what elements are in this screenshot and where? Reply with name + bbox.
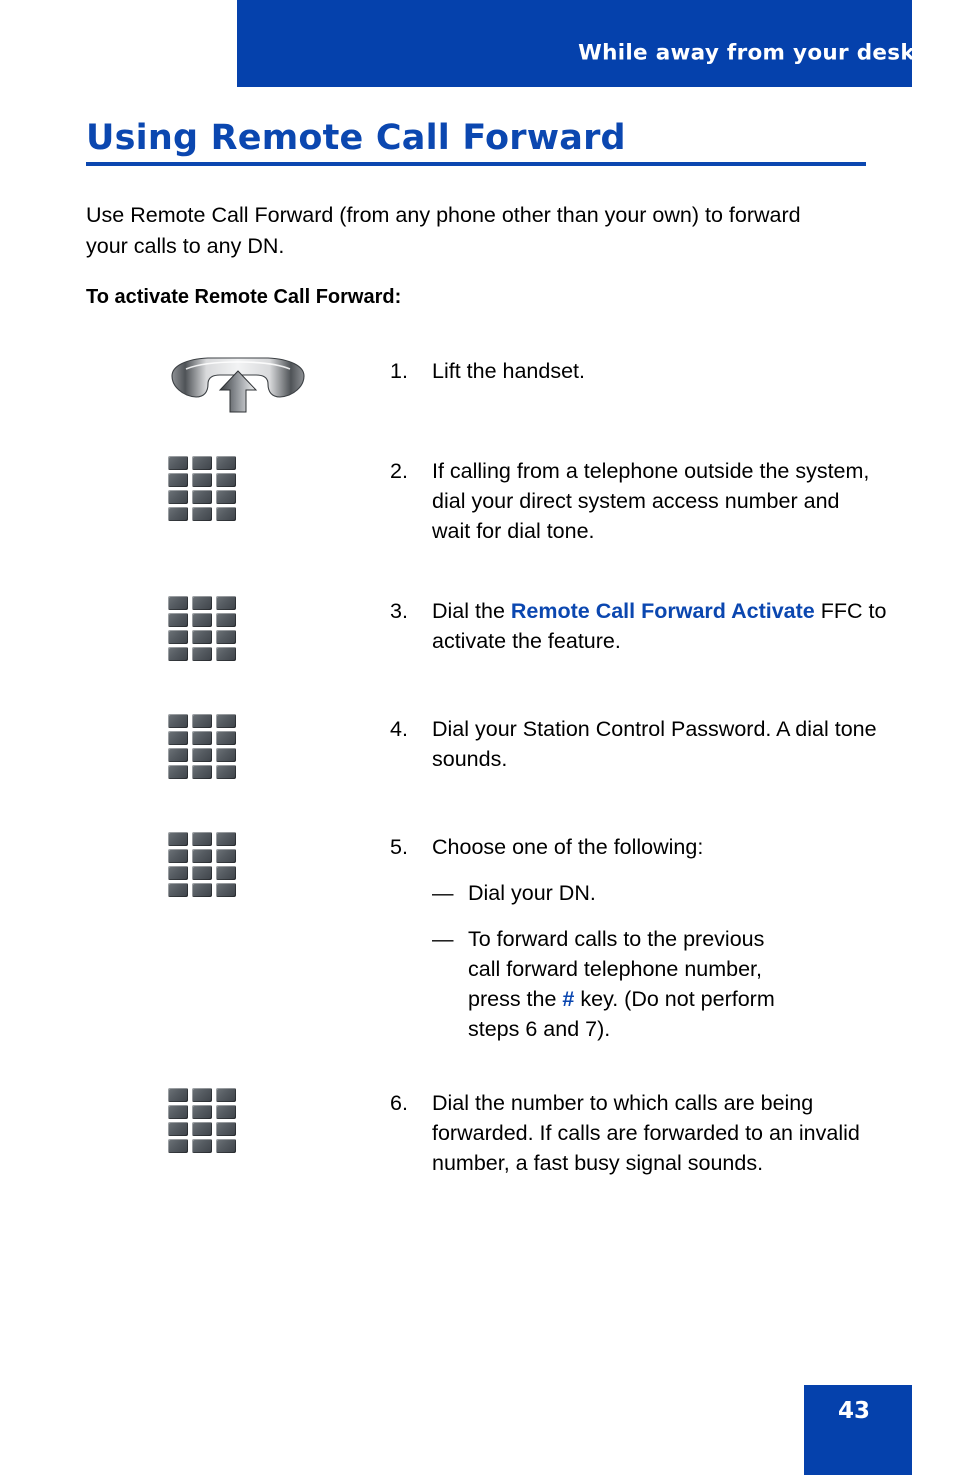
running-header-title: While away from your desk [578,40,915,66]
step-number: 2. [390,459,408,483]
procedure-step: 6. Dial the number to which calls are be… [0,1088,954,1228]
sublist-item-text: Dial your DN. [468,878,798,908]
step-icon-cell [0,832,390,897]
dial-pad-icon [168,832,236,897]
step-text-before: Choose one of the following: [432,835,704,859]
feature-code-name: Remote Call Forward Activate [510,599,815,623]
step-text: If calling from a telephone outside the … [432,456,880,546]
sublist-item: — Dial your DN. [432,878,954,908]
procedure-step: 3. Dial the Remote Call Forward Activate… [0,596,954,714]
sublist-text-before: Dial your DN. [468,881,596,905]
step-sublist: — Dial your DN. — To forward calls to th… [432,878,954,1044]
procedure-subheading: To activate Remote Call Forward: [86,286,402,308]
step-number: 3. [390,599,408,623]
dial-pad-icon [168,714,236,779]
procedure-step: 4. Dial your Station Control Password. A… [0,714,954,832]
step-text: Dial the Remote Call Forward Activate FF… [432,596,902,656]
step-icon-cell [0,456,390,521]
step-text-before: Lift the handset. [432,359,585,383]
dial-pad-icon [168,1088,236,1153]
sublist-item: — To forward calls to the previous call … [432,924,954,1044]
em-dash-marker: — [432,927,454,951]
step-text: Dial your Station Control Password. A di… [432,714,880,774]
document-page: While away from your desk Using Remote C… [0,0,954,1475]
dial-pad-icon [168,596,236,661]
dial-pad-icon [168,456,236,521]
handset-lift-icon [168,356,308,418]
step-text-before: Dial your Station Control Password. A di… [432,717,877,771]
title-underline-rule [86,162,866,166]
sublist-item-text: To forward calls to the previous call fo… [468,924,798,1044]
step-icon-cell [0,1088,390,1153]
step-text-before: Dial the [432,599,511,623]
step-number: 4. [390,717,408,741]
procedure-step: 2. If calling from a telephone outside t… [0,456,954,596]
procedure-step: 5. Choose one of the following: — Dial y… [0,832,954,1088]
step-text-before: Dial the number to which calls are being… [432,1091,860,1175]
step-icon-cell [0,596,390,661]
step-text: Dial the number to which calls are being… [432,1088,902,1178]
step-number: 6. [390,1091,408,1115]
step-number: 1. [390,359,408,383]
page-number: 43 [838,1398,871,1424]
intro-paragraph: Use Remote Call Forward (from any phone … [86,203,801,258]
step-icon-cell [0,356,390,418]
step-text: Choose one of the following: [432,832,880,862]
step-text: Lift the handset. [432,356,880,386]
em-dash-marker: — [432,881,454,905]
page-title: Using Remote Call Forward [86,118,626,158]
procedure-step: 1. Lift the handset. [0,356,954,456]
step-icon-cell [0,714,390,779]
step-text-before: If calling from a telephone outside the … [432,459,870,543]
procedure-step-list: 1. Lift the handset. 2. If calling from … [0,356,954,1228]
pound-key-label: # [562,987,575,1011]
step-number: 5. [390,835,408,859]
